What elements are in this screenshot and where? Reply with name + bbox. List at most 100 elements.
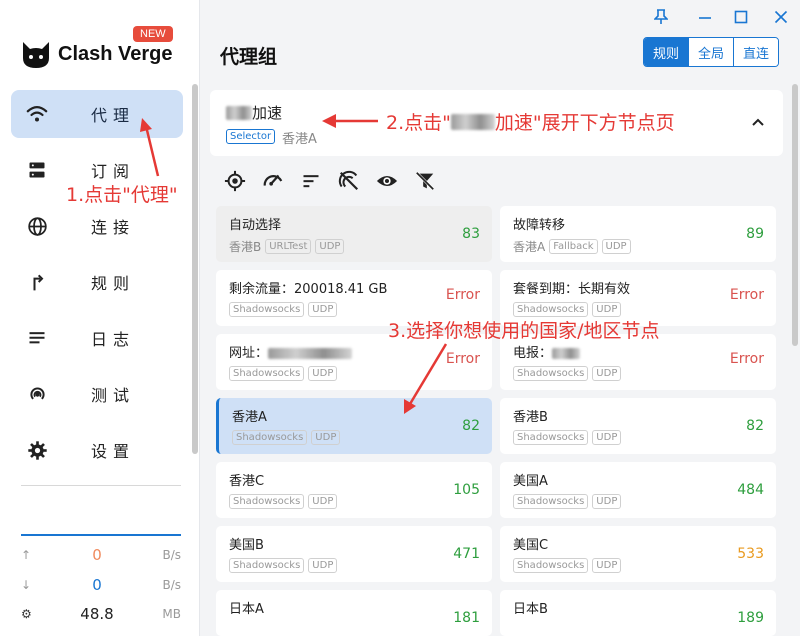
proxy-delay[interactable]: 83 [462,226,480,242]
sidebar-scrollbar[interactable] [192,84,198,454]
proxy-delay[interactable]: 189 [737,610,764,626]
proxy-delay[interactable]: Error [730,351,764,367]
locate-icon[interactable] [222,168,248,194]
proxy-type-tag: Shadowsocks [229,366,305,381]
proxy-card-us-a[interactable]: 美国A Shadowsocks UDP 484 [500,462,776,518]
app-name: Clash Verge [58,42,173,65]
sidebar-item-label: 连接 [91,218,136,237]
memory-usage: ⚙ 48.8 MB [21,604,181,624]
proxy-card-fallback[interactable]: 故障转移 香港A Fallback UDP 89 [500,206,776,262]
proxy-delay[interactable]: 89 [746,226,764,242]
annotation-step3: 3.选择你想使用的国家/地区节点 [388,320,660,342]
mode-direct-button[interactable]: 直连 [733,38,779,66]
proxy-name: 自动选择 [229,218,282,233]
sidebar-item-label: 日志 [91,330,136,349]
proxy-delay[interactable]: 105 [453,482,480,498]
redacted-text [450,113,495,130]
udp-tag: UDP [308,558,338,573]
proxy-delay[interactable]: 82 [746,418,764,434]
wifi-icon [25,102,49,126]
sidebar: Clash Verge NEW 代理 订阅 连接 规则 日志 测试 设置 ↑ 0… [0,0,200,636]
sidebar-item-test[interactable]: 测试 [11,370,183,418]
minimize-icon[interactable] [694,6,716,28]
sidebar-item-logs[interactable]: 日志 [11,314,183,362]
sidebar-item-label: 规则 [91,274,136,293]
proxy-name: 美国B [229,538,264,553]
proxy-type-tag: Fallback [549,239,598,254]
annotation-step2: 2.点击" 加速"展开下方节点页 [386,108,675,135]
group-current-proxy: 香港A [282,132,317,147]
maximize-icon[interactable] [730,6,752,28]
udp-tag: UDP [315,239,345,254]
proxy-name: 剩余流量：200018.41 GB [229,282,388,297]
proxy-type-tag: Shadowsocks [513,558,589,573]
sidebar-item-label: 测试 [91,386,136,405]
udp-tag: UDP [311,430,341,445]
sidebar-item-proxy[interactable]: 代理 [11,90,183,138]
page-title: 代理组 [220,46,278,68]
proxy-name: 电报： [513,342,581,361]
upload-unit: B/s [162,548,181,562]
filter-off-icon[interactable] [336,168,362,194]
mode-rule-button[interactable]: 规则 [644,38,689,66]
list-icon [25,326,49,350]
proxy-card-jp-b[interactable]: 日本B 189 [500,590,776,636]
sidebar-item-settings[interactable]: 设置 [11,426,183,474]
udp-tag: UDP [592,366,622,381]
sidebar-item-connections[interactable]: 连接 [11,202,183,250]
proxy-card-hk-a[interactable]: 香港A Shadowsocks UDP 82 [216,398,492,454]
proxy-type-tag: Shadowsocks [513,430,589,445]
globe-icon [25,214,49,238]
udp-tag: UDP [601,239,631,254]
download-value: 0 [92,576,102,594]
proxy-name: 美国A [513,474,548,489]
proxy-delay[interactable]: Error [446,287,480,303]
annotation-step2-prefix: 2.点击" [386,112,451,134]
main-scrollbar[interactable] [792,84,798,346]
proxy-name: 美国C [513,538,549,553]
pin-icon[interactable] [650,6,672,28]
divider [21,485,181,486]
mode-switch: 规则 全局 直连 [643,37,780,67]
clear-filter-icon[interactable] [412,168,438,194]
udp-tag: UDP [592,302,622,317]
mode-global-button[interactable]: 全局 [688,38,734,66]
sidebar-item-rules[interactable]: 规则 [11,258,183,306]
proxy-delay[interactable]: 484 [737,482,764,498]
udp-tag: UDP [308,366,338,381]
memory-value: 48.8 [80,605,114,623]
sidebar-item-label: 订阅 [91,162,136,181]
close-icon[interactable] [770,6,792,28]
proxy-type-tag: Shadowsocks [513,302,589,317]
proxy-delay[interactable]: 533 [737,546,764,562]
proxy-name: 日本A [229,602,264,617]
proxy-card-us-b[interactable]: 美国B Shadowsocks UDP 471 [216,526,492,582]
eye-icon[interactable] [374,168,400,194]
speed-test-icon[interactable] [260,168,286,194]
gear-icon [25,438,49,462]
proxy-delay[interactable]: Error [446,351,480,367]
proxy-card-hk-b[interactable]: 香港B Shadowsocks UDP 82 [500,398,776,454]
group-name: 加速 [226,102,282,123]
proxy-name: 香港C [229,474,265,489]
proxy-card-us-c[interactable]: 美国C Shadowsocks UDP 533 [500,526,776,582]
proxy-card-hk-c[interactable]: 香港C Shadowsocks UDP 105 [216,462,492,518]
route-icon [25,270,49,294]
proxy-type-tag: Shadowsocks [229,494,305,509]
sidebar-item-label: 代理 [91,106,136,125]
chevron-up-icon[interactable] [751,112,765,131]
proxy-delay[interactable]: Error [730,287,764,303]
arrow-down-icon: ↓ [21,578,32,592]
sort-icon[interactable] [298,168,324,194]
server-icon [25,158,49,182]
proxy-delay[interactable]: 82 [462,418,480,434]
proxy-delay[interactable]: 181 [453,610,480,626]
proxy-name: 日本B [513,602,548,617]
group-type-tag: Selector [226,129,276,144]
proxy-delay[interactable]: 471 [453,546,480,562]
proxy-card-auto-select[interactable]: 自动选择 香港B URLTest UDP 83 [216,206,492,262]
proxy-card-jp-a[interactable]: 日本A 181 [216,590,492,636]
udp-tag: UDP [592,430,622,445]
proxy-name: 香港B [513,410,548,425]
broadcast-icon [25,382,49,406]
